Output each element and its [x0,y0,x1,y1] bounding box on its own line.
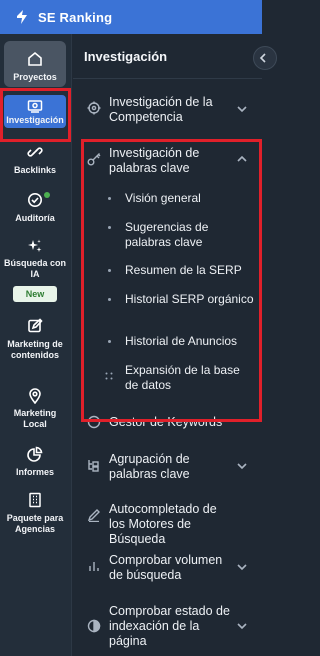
bullet-dot [108,226,111,229]
rail-item-marketing-local[interactable]: Marketing Local [4,386,66,430]
rail-item-label: Proyectos [13,72,57,82]
submenu-item-historial-anuncios[interactable]: Historial de Anuncios [73,334,262,352]
info-circle-icon [87,415,101,429]
rail-item-label: Paquete para Agencias [6,513,64,534]
submenu-item-label: Expansión de la base de datos [125,363,240,392]
brand-name[interactable]: SE Ranking [38,10,112,25]
location-pin-icon [25,386,45,405]
rail-item-label: Informes [15,467,54,477]
pie-chart-icon [25,444,45,464]
bullet-dot [108,269,111,272]
status-dot [44,192,50,198]
menu-item-investigacion-palabras-clave[interactable]: Investigación de palabras clave [73,145,262,179]
submenu-item-label: Resumen de la SERP [125,263,242,277]
rail-item-paquete-agencias[interactable]: Paquete para Agencias [4,490,66,546]
menu-item-label: Agrupación de palabras clave [109,452,190,481]
key-icon [87,152,101,166]
tree-icon [87,458,101,472]
bullet-dot [108,340,111,343]
rail-item-label: Marketing de contenidos [7,339,63,360]
target-icon [87,101,101,115]
menu-item-label: Comprobar estado de indexación de la pág… [109,604,230,648]
building-icon [25,490,45,510]
rail-item-label: Investigación [6,115,64,125]
chevron-down-icon [237,623,247,630]
rail-item-marketing-contenidos[interactable]: Marketing de contenidos [4,316,66,372]
home-icon [25,49,45,69]
submenu-item-expansion-base[interactable]: Expansión de la base de datos [73,363,262,395]
bar-chart-icon [87,559,101,573]
rail-item-label: Backlinks [13,165,57,175]
sparkles-icon [25,236,45,255]
menu-item-label: Investigación de la Competencia [109,95,213,124]
new-badge: New [13,286,57,302]
collapse-panel-button[interactable] [253,46,277,70]
index-status-icon [87,619,101,633]
chevron-down-icon [237,564,247,571]
chevron-left-icon [259,53,266,63]
rail-item-informes[interactable]: Informes [4,444,66,478]
submenu-item-label: Historial SERP orgánico [125,292,254,306]
rail-item-auditoria[interactable]: Auditoría [4,190,66,224]
menu-item-volumen-busqueda[interactable]: Comprobar volumen de búsqueda [73,551,262,585]
se-ranking-logo-icon [14,9,30,25]
submenu-item-label: Sugerencias de palabras clave [125,220,209,249]
rail-item-investigacion[interactable]: Investigación [4,95,66,128]
menu-item-agrupacion[interactable]: Agrupación de palabras clave [73,450,262,484]
bullet-dot [108,298,111,301]
rail-item-label: Búsqueda con IA [4,258,67,279]
icon-rail: Proyectos Investigación Backlinks Audito… [0,34,72,656]
rail-item-label: Auditoría [15,213,55,223]
submenu-item-historial-serp[interactable]: Historial SERP orgánico [73,292,262,324]
edit-icon [25,316,45,336]
menu-item-label: Investigación de palabras clave [109,146,200,175]
pencil-icon [87,508,101,522]
menu-item-investigacion-competencia[interactable]: Investigación de la Competencia [73,94,262,128]
menu-item-autocompletado[interactable]: Autocompletado de los Motores de Búsqued… [73,500,262,546]
submenu-item-sugerencias[interactable]: Sugerencias de palabras clave [73,220,262,252]
rail-item-label: Marketing Local [13,408,57,429]
divider [73,78,262,79]
menu-item-label: Gestor de Keywords [109,415,223,429]
top-bar: SE Ranking [0,0,262,34]
menu-item-label: Comprobar volumen de búsqueda [109,553,223,582]
research-menu-panel: Investigación Investigación de la Compet… [73,34,277,656]
rail-item-busqueda-ia[interactable]: Búsqueda con IA [4,236,66,280]
expand-dots-icon [105,367,113,380]
submenu-item-label: Historial de Anuncios [125,334,238,348]
rail-item-proyectos[interactable]: Proyectos [4,41,66,87]
menu-item-estado-indexacion[interactable]: Comprobar estado de indexación de la pág… [73,602,262,652]
chevron-down-icon [237,463,247,470]
check-circle-icon [25,190,45,210]
bullet-dot [108,197,111,200]
submenu-item-resumen-serp[interactable]: Resumen de la SERP [73,263,262,281]
submenu-item-label: Visión general [125,191,201,205]
chevron-down-icon [237,106,247,113]
link-icon [25,142,45,162]
menu-item-gestor-keywords[interactable]: Gestor de Keywords [73,413,262,431]
panel-title: Investigación [84,49,168,64]
submenu-item-vision-general[interactable]: Visión general [73,191,262,209]
rail-item-backlinks[interactable]: Backlinks [4,142,66,176]
menu-item-label: Autocompletado de los Motores de Búsqued… [109,502,217,546]
chevron-up-icon [237,155,247,162]
research-icon [25,99,45,114]
